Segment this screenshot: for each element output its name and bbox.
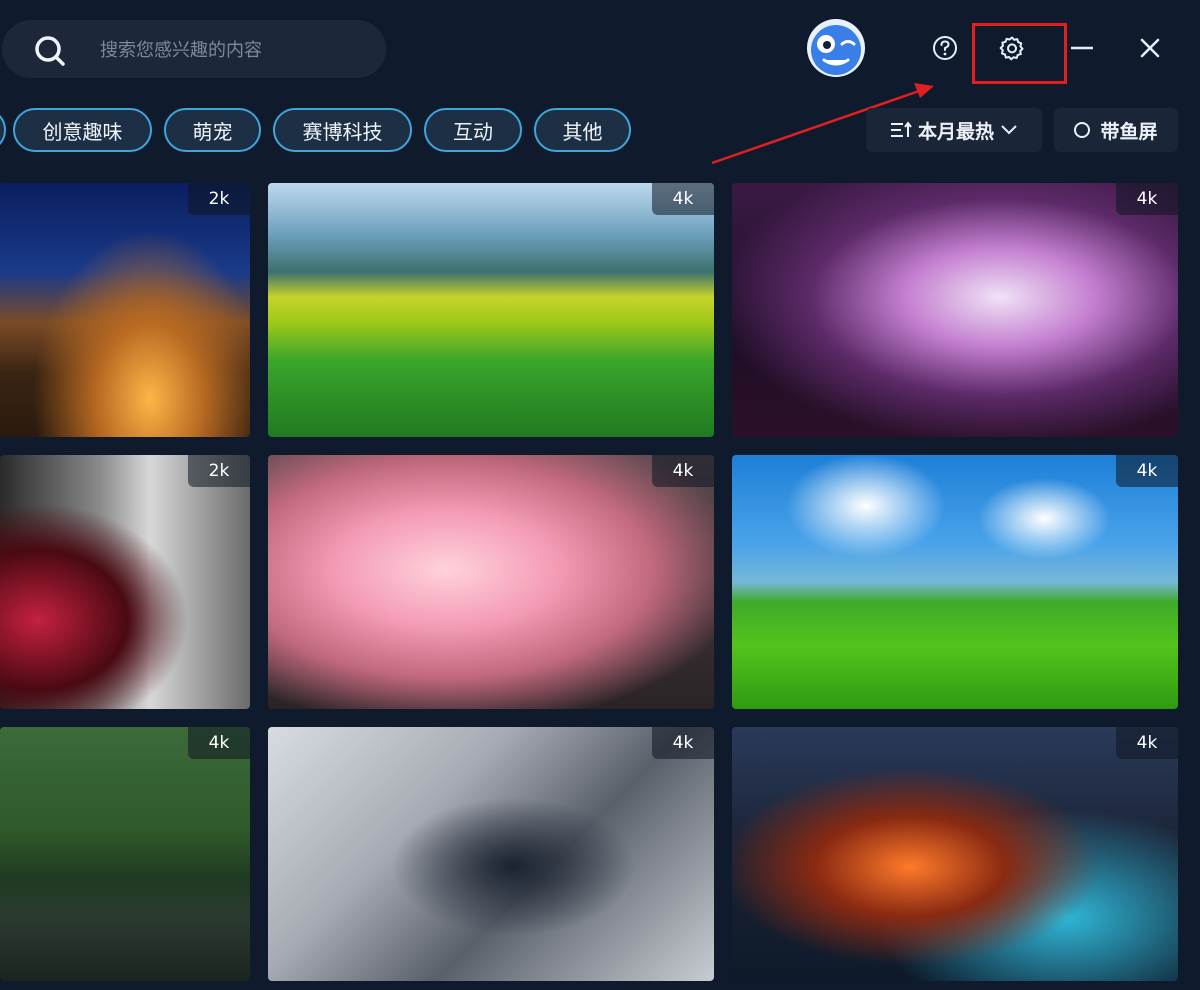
minimize-icon — [1071, 46, 1093, 50]
wallpaper-card[interactable]: 4k — [268, 727, 714, 981]
resolution-badge: 2k — [188, 455, 250, 487]
wallpaper-thumbnail — [268, 455, 714, 709]
wallpaper-card[interactable]: 4k — [268, 183, 714, 437]
close-button[interactable] — [1128, 26, 1172, 70]
category-tag-creative[interactable]: 创意趣味 — [13, 108, 152, 152]
wallpaper-thumbnail — [0, 183, 250, 437]
resolution-badge: 4k — [1116, 727, 1178, 759]
mascot-avatar-icon[interactable] — [806, 18, 866, 78]
chevron-down-icon — [1001, 125, 1017, 135]
resolution-badge: 4k — [652, 727, 714, 759]
wallpaper-card[interactable]: 4k — [732, 183, 1178, 437]
help-button[interactable] — [923, 26, 967, 70]
wallpaper-card[interactable]: 2k — [0, 455, 250, 709]
resolution-badge: 4k — [652, 455, 714, 487]
minimize-button[interactable] — [1060, 26, 1104, 70]
wallpaper-card[interactable]: 2k — [0, 183, 250, 437]
category-tag-interactive[interactable]: 互动 — [424, 108, 522, 152]
wallpaper-thumbnail — [732, 727, 1178, 981]
wallpaper-thumbnail — [268, 727, 714, 981]
wallpaper-card[interactable]: 4k — [732, 455, 1178, 709]
wallpaper-card[interactable]: 4k — [268, 455, 714, 709]
help-icon — [933, 36, 957, 60]
category-tag-cyber[interactable]: 赛博科技 — [273, 108, 412, 152]
wallpaper-thumbnail — [0, 455, 250, 709]
category-tag-label: 创意趣味 — [42, 119, 123, 144]
wallpaper-card[interactable]: 4k — [732, 727, 1178, 981]
wallpaper-thumbnail — [0, 727, 250, 981]
sort-dropdown[interactable]: 本月最热 — [866, 108, 1042, 152]
resolution-badge: 4k — [188, 727, 250, 759]
resolution-badge: 4k — [1116, 455, 1178, 487]
wallpaper-thumbnail — [268, 183, 714, 437]
resolution-badge: 4k — [1116, 183, 1178, 215]
sort-icon — [890, 121, 912, 137]
category-tag-pets[interactable]: 萌宠 — [164, 108, 261, 152]
category-tag-partial[interactable] — [0, 108, 6, 152]
category-tag-label: 赛博科技 — [302, 119, 383, 144]
resolution-badge: 2k — [188, 183, 250, 215]
ultrawide-label: 带鱼屏 — [1100, 120, 1158, 143]
wallpaper-thumbnail — [732, 183, 1178, 437]
close-icon — [1140, 38, 1160, 58]
search-icon[interactable] — [32, 33, 68, 69]
settings-highlight-box — [972, 23, 1067, 84]
category-tag-label: 其他 — [562, 119, 603, 144]
category-tag-label: 萌宠 — [192, 119, 233, 144]
search-input[interactable] — [98, 34, 372, 66]
wallpaper-thumbnail — [732, 455, 1178, 709]
sort-label: 本月最热 — [917, 120, 994, 143]
wallpaper-card[interactable]: 4k — [0, 727, 250, 981]
ultrawide-toggle[interactable]: 带鱼屏 — [1054, 108, 1178, 152]
radio-icon — [1074, 122, 1091, 138]
search-bar[interactable] — [2, 20, 386, 78]
resolution-badge: 4k — [652, 183, 714, 215]
category-tag-other[interactable]: 其他 — [534, 108, 631, 152]
category-tag-label: 互动 — [453, 119, 493, 144]
